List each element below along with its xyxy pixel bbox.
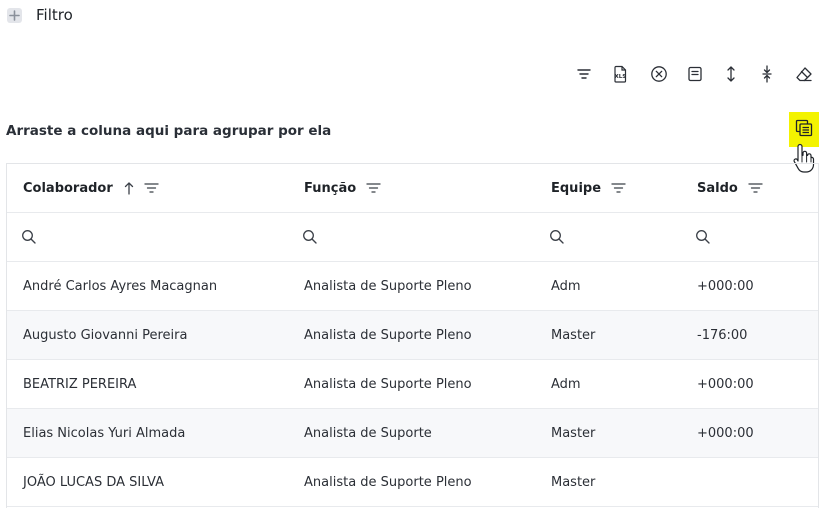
cell-colaborador: André Carlos Ayres Macagnan [23,278,218,294]
eraser-icon[interactable] [793,63,815,85]
filter-label: Filtro [36,6,73,24]
column-filter-icon[interactable] [611,182,626,194]
svg-text:XLS: XLS [615,74,627,80]
cell-equipe: Master [551,425,596,441]
collapse-rows-icon[interactable] [756,63,778,85]
column-header-label: Função [304,180,357,196]
column-header-label: Equipe [551,180,602,196]
column-header-funcao[interactable]: Função [304,164,381,212]
column-header-equipe[interactable]: Equipe [551,164,626,212]
cell-funcao: Analista de Suporte Pleno [304,278,472,294]
column-header-saldo[interactable]: Saldo [697,164,763,212]
clear-filter-icon[interactable] [648,63,670,85]
cell-funcao: Analista de Suporte Pleno [304,474,472,490]
cell-funcao: Analista de Suporte Pleno [304,327,472,343]
plus-icon [7,7,22,23]
cell-funcao: Analista de Suporte [304,425,432,441]
table-row[interactable]: BEATRIZ PEREIRA Analista de Suporte Plen… [7,360,818,409]
filter-toggle[interactable]: Filtro [7,6,73,24]
data-grid: Colaborador Função Equipe Saldo André Ca… [6,163,819,508]
search-icon[interactable] [21,213,37,261]
table-row[interactable]: JOÃO LUCAS DA SILVA Analista de Suporte … [7,458,818,507]
group-panel-hint: Arraste a coluna aqui para agrupar por e… [6,123,332,139]
table-row[interactable]: André Carlos Ayres Macagnan Analista de … [7,262,818,311]
cell-funcao: Analista de Suporte Pleno [304,376,472,392]
notes-icon[interactable] [684,63,706,85]
cell-equipe: Master [551,474,596,490]
column-filter-icon[interactable] [366,182,381,194]
column-filter-icon[interactable] [144,182,159,194]
column-header-label: Saldo [697,180,738,196]
table-row[interactable]: Augusto Giovanni Pereira Analista de Sup… [7,311,818,360]
table-row[interactable]: Elias Nicolas Yuri Almada Analista de Su… [7,409,818,458]
cell-equipe: Adm [551,376,581,392]
cell-colaborador: Augusto Giovanni Pereira [23,327,188,343]
cell-saldo: +000:00 [697,425,754,441]
search-icon[interactable] [549,213,565,261]
cell-colaborador: JOÃO LUCAS DA SILVA [23,474,164,490]
cell-colaborador: BEATRIZ PEREIRA [23,376,137,392]
sort-ascending-icon[interactable] [124,181,134,195]
column-header-colaborador[interactable]: Colaborador [23,164,159,212]
column-header-label: Colaborador [23,180,113,196]
column-filter-icon[interactable] [748,182,763,194]
filter-lines-icon[interactable] [573,63,595,85]
cell-colaborador: Elias Nicolas Yuri Almada [23,425,186,441]
search-icon[interactable] [695,213,711,261]
expand-rows-icon[interactable] [720,63,742,85]
grid-header-row: Colaborador Função Equipe Saldo [7,164,818,213]
cell-equipe: Adm [551,278,581,294]
cell-saldo: +000:00 [697,278,754,294]
cell-equipe: Master [551,327,596,343]
column-chooser-icon [795,119,813,141]
cell-saldo: +000:00 [697,376,754,392]
export-xls-icon[interactable]: XLS [609,63,631,85]
filter-row [7,213,818,262]
cell-saldo: -176:00 [697,327,748,343]
grid-toolbar: XLS [0,63,823,85]
search-icon[interactable] [302,213,318,261]
